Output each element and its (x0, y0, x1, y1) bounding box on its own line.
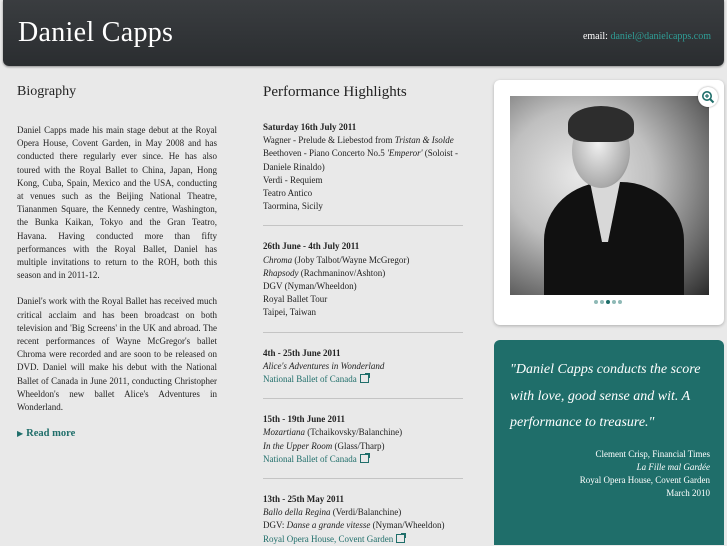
biography-paragraph: Daniel Capps made his main stage debut a… (17, 125, 217, 281)
quote-work: La Fille mal Gardée (636, 462, 710, 472)
performance-line: Chroma (Joby Talbot/Wayne McGregor) (263, 254, 410, 265)
performance-line: DGV: Danse a grande vitesse (Nyman/Wheel… (263, 520, 445, 531)
performance-line: Mozartiana (Tchaikovsky/Balanchine) (263, 427, 403, 438)
performance-line: Beethoven - Piano Concerto No.5 'Emperor… (263, 148, 459, 172)
divider (263, 225, 463, 227)
performance-line: Wagner - Prelude & Liebestod from Trista… (263, 135, 454, 146)
performance-date: 13th - 25th May 2011 (263, 494, 344, 505)
biography-paragraph: Daniel's work with the Royal Ballet has … (17, 296, 217, 413)
divider (263, 478, 463, 480)
venue-link[interactable]: Royal Opera House, Covent Garden (263, 534, 393, 544)
performance-date: 15th - 19th June 2011 (263, 414, 346, 425)
quote-panel: "Daniel Capps conducts the score with lo… (494, 340, 724, 545)
biography-section: Biography Daniel Capps made his main sta… (17, 84, 217, 439)
email-label: email: (582, 31, 608, 42)
venue-link[interactable]: National Ballet of Canada (263, 374, 357, 384)
site-header: Daniel Capps email: daniel@danielcapps.c… (3, 0, 724, 66)
quote-attribution: Clement Crisp, Financial Times La Fille … (580, 448, 710, 500)
performance-venue: Royal Opera House, Covent Garden (263, 532, 463, 546)
performance-venue: National Ballet of Canada (263, 452, 463, 466)
read-more-label: Read more (26, 428, 76, 440)
quote-author: Clement Crisp, Financial Times (595, 449, 710, 459)
quote-text: "Daniel Capps conducts the score with lo… (510, 362, 701, 430)
performance-item: 15th - 19th June 2011 Mozartiana (Tchaik… (263, 413, 463, 466)
performance-item: Saturday 16th July 2011 Wagner - Prelude… (263, 121, 463, 213)
email-link[interactable]: daniel@danielcapps.com (610, 31, 711, 42)
quote-date: March 2010 (666, 488, 710, 498)
performance-venue: National Ballet of Canada (263, 373, 463, 386)
slide-dot[interactable] (600, 300, 604, 304)
slide-dot[interactable] (618, 300, 622, 304)
performance-line: Verdi - Requiem (263, 174, 323, 185)
slide-dot[interactable] (594, 300, 598, 304)
site-title[interactable]: Daniel Capps (18, 17, 173, 49)
performance-date: 26th June - 4th July 2011 (263, 241, 360, 252)
external-link-icon[interactable] (359, 452, 370, 463)
play-triangle-icon: ▶ (17, 429, 24, 439)
performance-item: 4th - 25th June 2011 Alice's Adventures … (263, 347, 463, 387)
slide-dot[interactable] (606, 300, 610, 304)
performance-date: 4th - 25th June 2011 (263, 347, 341, 358)
venue-link[interactable]: National Ballet of Canada (263, 454, 357, 464)
biography-heading: Biography (17, 84, 77, 99)
performance-item: 13th - 25th May 2011 Ballo della Regina … (263, 493, 463, 546)
slide-dot[interactable] (612, 300, 616, 304)
highlights-heading: Performance Highlights (263, 84, 407, 100)
divider (263, 398, 463, 400)
zoom-in-icon[interactable] (698, 87, 718, 107)
photo-gallery (494, 80, 724, 325)
performance-item: 26th June - 4th July 2011 Chroma (Joby T… (263, 240, 463, 319)
email-contact: email: daniel@danielcapps.com (583, 31, 711, 42)
performance-line: Taipei, Taiwan (263, 307, 317, 318)
performance-line: Rhapsody (Rachmaninov/Ashton) (263, 267, 386, 278)
performance-line: Alice's Adventures in Wonderland (263, 360, 385, 371)
performance-date: Saturday 16th July 2011 (263, 122, 357, 132)
quote-venue: Royal Opera House, Covent Garden (579, 475, 710, 485)
performance-line: In the Upper Room (Glass/Tharp) (263, 440, 385, 451)
performance-line: Royal Ballet Tour (263, 294, 328, 305)
performance-line: Taormina, Sicily (263, 201, 323, 212)
performance-highlights-section: Performance Highlights Saturday 16th Jul… (263, 84, 463, 546)
slide-pagination (594, 300, 622, 304)
divider (263, 331, 463, 333)
performance-line: Ballo della Regina (Verdi/Balanchine) (263, 507, 402, 518)
performance-line: Teatro Antico (263, 188, 313, 199)
performance-line: DGV (Nyman/Wheeldon) (263, 281, 357, 292)
portrait-photo[interactable] (510, 96, 709, 295)
read-more-link[interactable]: ▶ Read more (17, 428, 217, 439)
external-link-icon[interactable] (359, 373, 370, 384)
external-link-icon[interactable] (396, 532, 407, 543)
